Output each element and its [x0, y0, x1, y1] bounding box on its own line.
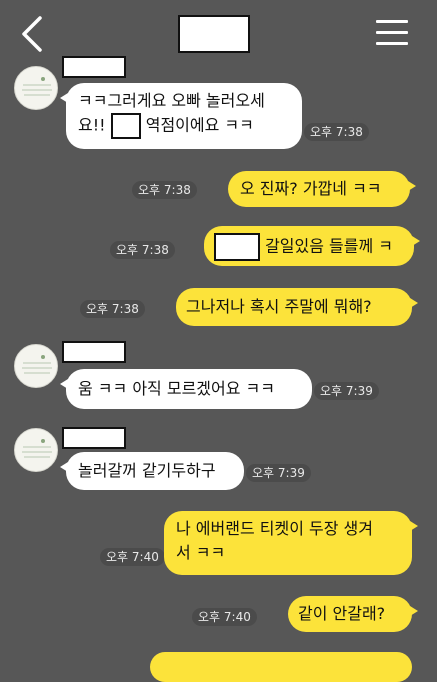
message-time: 오후 7:38 [132, 181, 197, 199]
message-time: 오후 7:40 [100, 548, 165, 566]
back-button[interactable] [16, 14, 50, 54]
chevron-left-icon [22, 16, 42, 52]
status-bar-remnant [0, 0, 437, 12]
message-time: 오후 7:38 [304, 123, 369, 141]
message-bubble[interactable]: 오 진짜? 가깝네 ㅋㅋ [228, 171, 416, 207]
redacted-text [110, 113, 141, 139]
message-bubble[interactable]: 나 에버랜드 티켓이 두장 생겨 서 ㅋㅋ [164, 511, 418, 575]
message-bubble[interactable]: 움 ㅋㅋ 아직 모르겠어요 ㅋㅋ [60, 369, 312, 409]
redacted-chat-title [178, 15, 250, 53]
message-text: ㅋㅋ그러게요 오빠 놀러오세 [78, 91, 265, 110]
chat-header [0, 0, 437, 62]
message-text: 나 에버랜드 티켓이 두장 생겨 [176, 519, 373, 538]
avatar[interactable] [14, 66, 58, 110]
message-text: 요!! 역점이에요 ㅋㅋ [78, 113, 290, 139]
message-bubble[interactable]: 같이 안갈래? [288, 596, 418, 632]
message-time: 오후 7:38 [80, 300, 145, 318]
message-time: 오후 7:39 [314, 382, 379, 400]
redacted-sender-name [62, 427, 126, 449]
message-bubble-partial[interactable] [150, 652, 412, 682]
message-text: 갈일있음 들를께 ㅋ [260, 236, 394, 256]
message-time: 오후 7:38 [110, 241, 175, 259]
redacted-text [214, 233, 260, 261]
message-bubble[interactable]: 그나저나 혹시 주말에 뭐해? [176, 288, 418, 326]
menu-button[interactable] [376, 20, 408, 46]
avatar[interactable] [14, 344, 58, 388]
redacted-sender-name [62, 341, 126, 363]
message-time: 오후 7:40 [192, 608, 257, 626]
hamburger-menu-icon [376, 20, 408, 23]
message-bubble[interactable]: ㅋㅋ그러게요 오빠 놀러오세 요!! 역점이에요 ㅋㅋ [60, 83, 302, 149]
avatar[interactable] [14, 428, 58, 472]
message-bubble[interactable]: 놀러갈꺼 같기두하구 [60, 452, 244, 490]
message-time: 오후 7:39 [246, 464, 311, 482]
redacted-sender-name [62, 56, 126, 78]
message-text: 서 ㅋㅋ [176, 543, 226, 562]
message-bubble[interactable]: 갈일있음 들를께 ㅋ [204, 226, 420, 266]
